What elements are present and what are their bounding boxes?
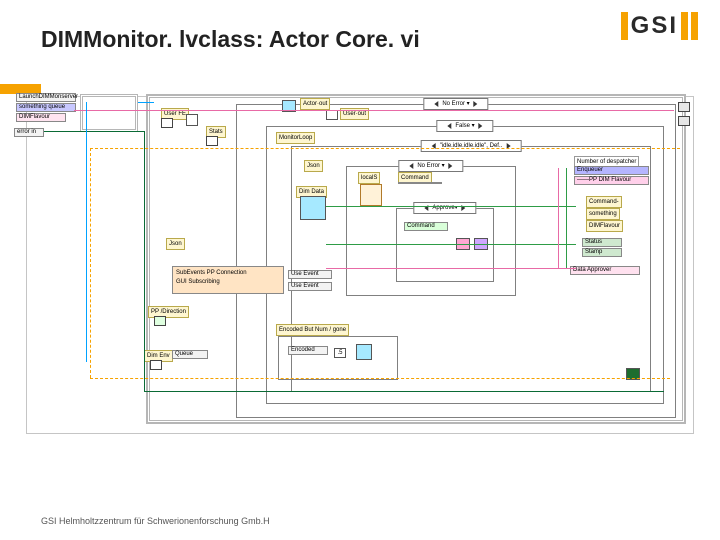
dimflavour-control[interactable]: DIMFlavour — [16, 113, 66, 122]
vi-out-terminal2-icon[interactable] — [678, 116, 690, 126]
local-s-label: localS — [358, 172, 380, 184]
stamp-out[interactable]: Stamp — [582, 248, 622, 257]
wire-event-bottom — [90, 378, 670, 379]
wire-right-pink — [558, 168, 559, 268]
wire-event-top — [90, 148, 680, 149]
encoded-indicator[interactable]: Encoded — [288, 346, 328, 355]
vi-out-terminal-icon[interactable] — [678, 102, 690, 112]
use-event-1[interactable]: Use Event — [288, 270, 332, 279]
sub2-label: GUI Subscribing — [174, 277, 222, 287]
actor-out-label: Actor·out — [300, 98, 330, 110]
command2-indicator[interactable]: Command — [404, 222, 448, 231]
ppflavour-out[interactable]: ——PP DIM Flavour — [574, 176, 649, 185]
status-out[interactable]: Status — [582, 238, 622, 247]
encoded-subvi-icon[interactable] — [356, 344, 372, 360]
case-selector-inner[interactable]: No Error ▾ — [398, 160, 463, 172]
encoded-but-label: Encoded But Num / gone — [276, 324, 349, 336]
user-fe-terminal[interactable] — [161, 118, 173, 128]
wire-pink-2 — [326, 268, 576, 269]
case-selector-idle[interactable]: "idle.idle.idle.idle", Def.. — [421, 140, 522, 152]
json-label: Json — [304, 160, 323, 172]
use-event-2[interactable]: Use Event — [288, 282, 332, 291]
logo-bar-icon — [621, 12, 628, 40]
wire-error-in — [44, 131, 144, 132]
logo-bar-icon — [681, 12, 688, 40]
wire-error-v — [144, 131, 145, 391]
something-label: something — [586, 208, 620, 220]
dim-env-terminal[interactable] — [150, 360, 162, 370]
case-selector-approve[interactable]: Approve▾ — [413, 202, 476, 214]
cmd-out-label: Command- — [586, 196, 622, 208]
local-bundle[interactable] — [360, 184, 382, 206]
footer-text: GSI Helmholtzzentrum für Schwerionenfors… — [41, 516, 270, 526]
stats-terminal[interactable] — [206, 136, 218, 146]
wire-event-left — [90, 148, 91, 378]
queue-indicator[interactable]: Queue — [172, 350, 208, 359]
wire-class — [74, 110, 674, 111]
case-selector-noerror[interactable]: No Error ▾ — [423, 98, 488, 110]
logo-bar-icon — [691, 12, 698, 40]
header: DIMMonitor. lvclass: Actor Core. vi — [0, 26, 720, 82]
wire-ref1 — [138, 102, 154, 103]
wire-error-long — [144, 391, 664, 392]
error-in-control[interactable]: error in — [14, 128, 44, 137]
logo-text: GSI — [631, 12, 678, 40]
enqueuer-control[interactable]: something queue — [16, 103, 76, 112]
flavour-out-label: DIMFlavour — [586, 220, 623, 232]
enqueuer-out[interactable]: Enqueuer — [574, 166, 649, 175]
launch-actor-control[interactable]: LaunchDIMMonserver — [16, 93, 76, 102]
half-const[interactable]: .5 — [334, 348, 346, 358]
json-label2: Json — [166, 238, 185, 250]
footer: GSI Helmholtzzentrum für Schwerionenfors… — [0, 516, 720, 526]
data-approver-out[interactable]: Data Approver — [570, 266, 640, 275]
user-out-node[interactable] — [326, 110, 338, 120]
page-title: DIMMonitor. lvclass: Actor Core. vi — [41, 26, 420, 53]
gsi-logo: GSI — [621, 12, 698, 40]
wire-cluster-1 — [326, 206, 576, 207]
bundle-struct — [80, 94, 138, 132]
command-indicator[interactable] — [398, 182, 442, 184]
pp-direction-terminal[interactable] — [154, 316, 166, 326]
case-encoded — [278, 336, 398, 380]
labview-block-diagram: LaunchDIMMonserver something queue DIMFl… — [26, 88, 696, 488]
case-selector-false[interactable]: False ▾ — [436, 120, 493, 132]
wire-cluster-2 — [326, 244, 576, 245]
prop-node-icon[interactable] — [186, 114, 198, 126]
wire-right-bundle — [566, 168, 567, 268]
wire-ref-v — [86, 102, 87, 362]
monitor-loop-label: MonitorLoop — [276, 132, 315, 144]
dim-data-node[interactable] — [300, 196, 326, 220]
